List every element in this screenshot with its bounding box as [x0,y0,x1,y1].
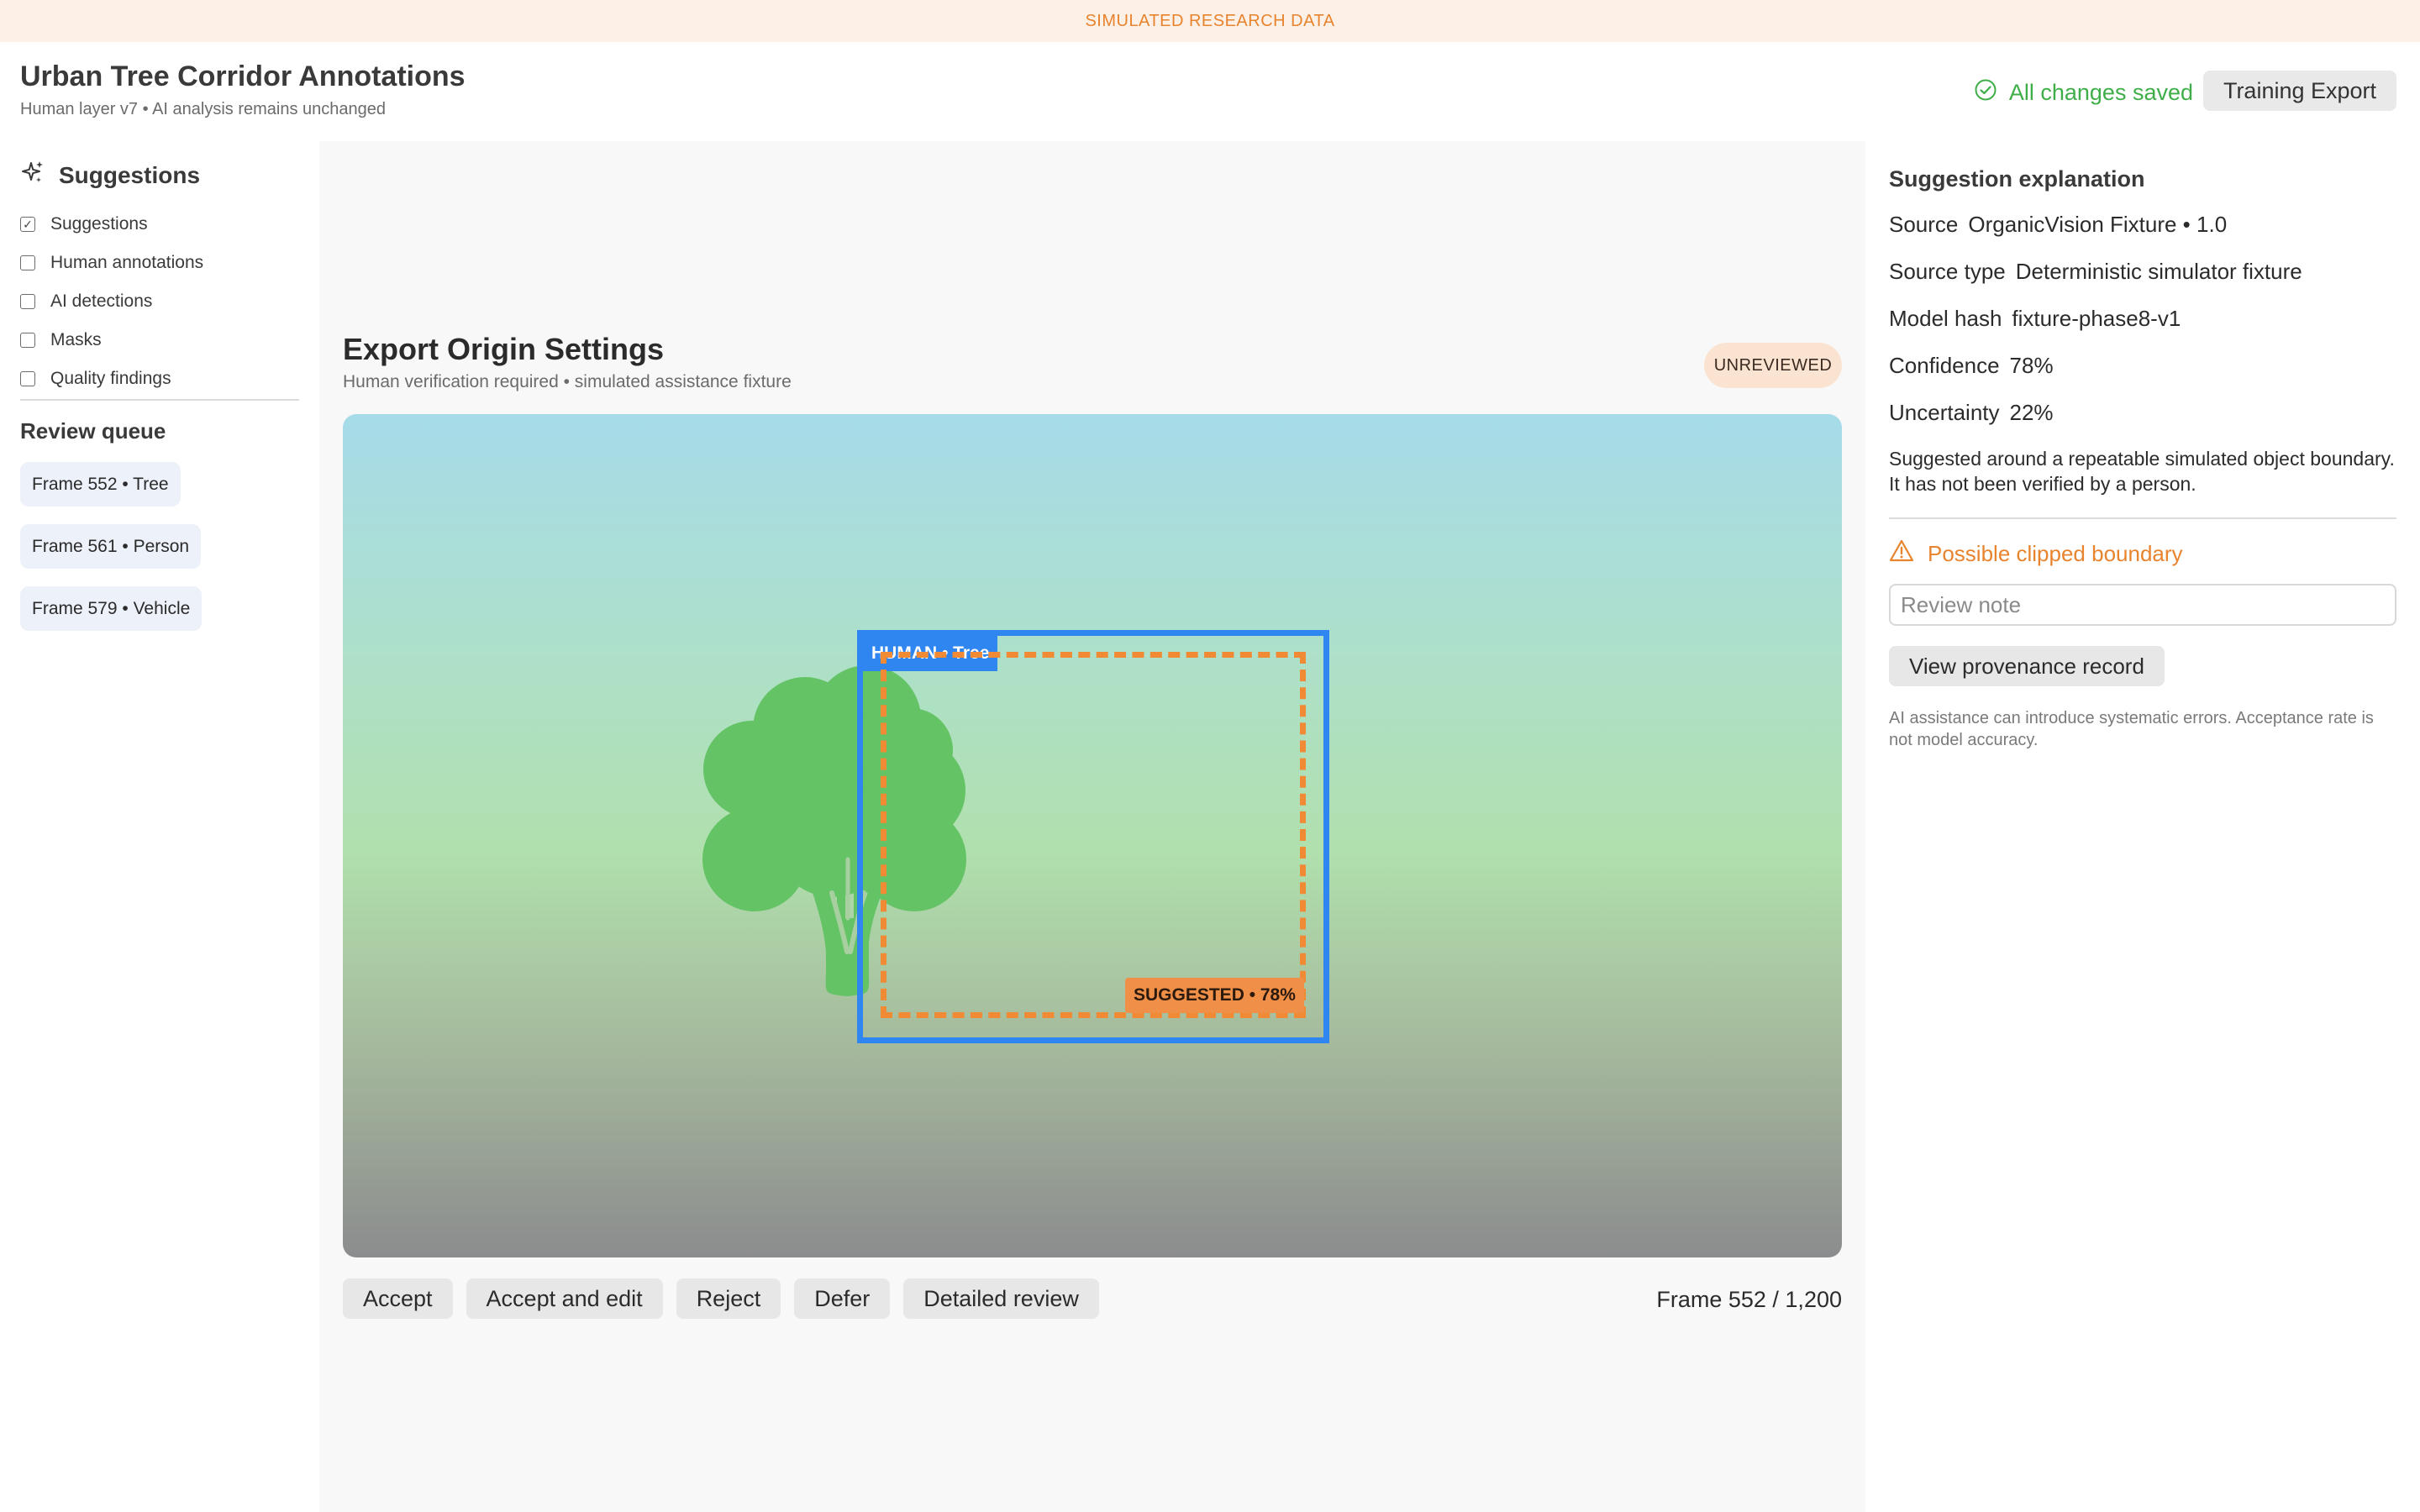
review-queue-title: Review queue [20,418,166,444]
field-key: Source type [1889,259,2006,284]
frame-counter: Frame 552 / 1,200 [1656,1287,1842,1312]
detailed-review-button[interactable]: Detailed review [903,1278,1099,1319]
review-queue-list: Frame 552 • Tree Frame 561 • Person Fram… [20,462,203,631]
layer-toggle-ai-detections[interactable]: AI detections [20,282,203,321]
banner-text: SIMULATED RESEARCH DATA [1085,11,1335,30]
review-note-input[interactable] [1889,584,2396,626]
queue-item-frame-579[interactable]: Frame 579 • Vehicle [20,586,203,631]
field-value: 78% [2009,353,2054,378]
app-header: Urban Tree Corridor Annotations Human la… [0,42,2420,141]
simulated-data-banner: SIMULATED RESEARCH DATA [0,0,2420,42]
sidebar-divider [20,399,299,401]
suggestion-explanation-panel: Suggestion explanation Source OrganicVis… [1865,141,2420,1512]
frame-canvas[interactable]: HUMAN • Tree SUGGESTED • 78% [343,414,1842,1257]
page-subtitle: Human layer v7 • AI analysis remains unc… [20,100,387,118]
layer-label: Quality findings [50,369,171,388]
accept-button[interactable]: Accept [343,1278,453,1319]
reject-button[interactable]: Reject [676,1278,781,1319]
field-value: 22% [2009,400,2054,425]
field-source-type: Source type Deterministic simulator fixt… [1889,259,2302,285]
layer-toggle-suggestions[interactable]: ✓ Suggestions [20,205,203,244]
suggestion-subtitle: Human verification required • simulated … [343,372,792,391]
layer-toggle-masks[interactable]: Masks [20,321,203,360]
checkbox[interactable] [20,371,35,386]
sidebar: Suggestions ✓ Suggestions Human annotati… [0,141,319,1512]
ai-suggestion-label: SUGGESTED • 78% [1125,978,1304,1013]
ai-disclaimer: AI assistance can introduce systematic e… [1889,709,2374,749]
save-status: All changes saved [1974,78,2193,108]
quality-warning: Possible clipped boundary [1889,538,2183,570]
layer-label: Suggestions [50,214,148,234]
checkbox[interactable] [20,294,35,309]
checkbox[interactable] [20,255,35,270]
ai-suggestion-box[interactable] [881,652,1306,1018]
field-key: Uncertainty [1889,400,2000,425]
layer-toggle-list: ✓ Suggestions Human annotations AI detec… [20,205,203,398]
layer-toggle-quality-findings[interactable]: Quality findings [20,360,203,398]
view-provenance-button[interactable]: View provenance record [1889,646,2165,686]
defer-button[interactable]: Defer [794,1278,891,1319]
field-key: Model hash [1889,306,2002,331]
training-export-button[interactable]: Training Export [2203,71,2396,111]
layer-label: Human annotations [50,253,204,272]
field-model-hash: Model hash fixture-phase8-v1 [1889,306,2181,332]
field-value: fixture-phase8-v1 [2012,306,2181,331]
layer-label: AI detections [50,291,153,311]
explanation-title: Suggestion explanation [1889,166,2145,192]
checkbox[interactable] [20,333,35,348]
save-status-label: All changes saved [2008,80,2193,105]
accept-and-edit-button[interactable]: Accept and edit [466,1278,663,1319]
field-uncertainty: Uncertainty 22% [1889,400,2054,426]
field-confidence: Confidence 78% [1889,353,2054,379]
warning-label: Possible clipped boundary [1928,541,2183,566]
field-source: Source OrganicVision Fixture • 1.0 [1889,212,2227,238]
field-key: Source [1889,212,1959,237]
sidebar-heading: Suggestions [20,160,200,191]
review-workspace: Export Origin Settings Human verificatio… [319,141,1865,1512]
field-value: Deterministic simulator fixture [2015,259,2302,284]
page-title: Urban Tree Corridor Annotations [20,60,466,92]
sparkle-icon [20,160,45,191]
check-circle-icon [1974,78,1997,108]
suggestion-title: Export Origin Settings [343,332,665,366]
sidebar-heading-label: Suggestions [59,161,201,188]
layer-label: Masks [50,330,102,349]
queue-item-frame-561[interactable]: Frame 561 • Person [20,524,202,569]
field-value: OrganicVision Fixture • 1.0 [1968,212,2228,237]
status-badge: UNREVIEWED [1704,343,1842,388]
warning-triangle-icon [1889,538,1914,570]
review-actions: Accept Accept and edit Reject Defer Deta… [343,1278,1099,1319]
field-key: Confidence [1889,353,2000,378]
panel-divider [1889,517,2396,519]
explanation-description: Suggested around a repeatable simulated … [1889,448,2395,495]
queue-item-frame-552[interactable]: Frame 552 • Tree [20,462,181,507]
layer-toggle-human-annotations[interactable]: Human annotations [20,244,203,282]
checkbox-checked[interactable]: ✓ [20,217,35,232]
